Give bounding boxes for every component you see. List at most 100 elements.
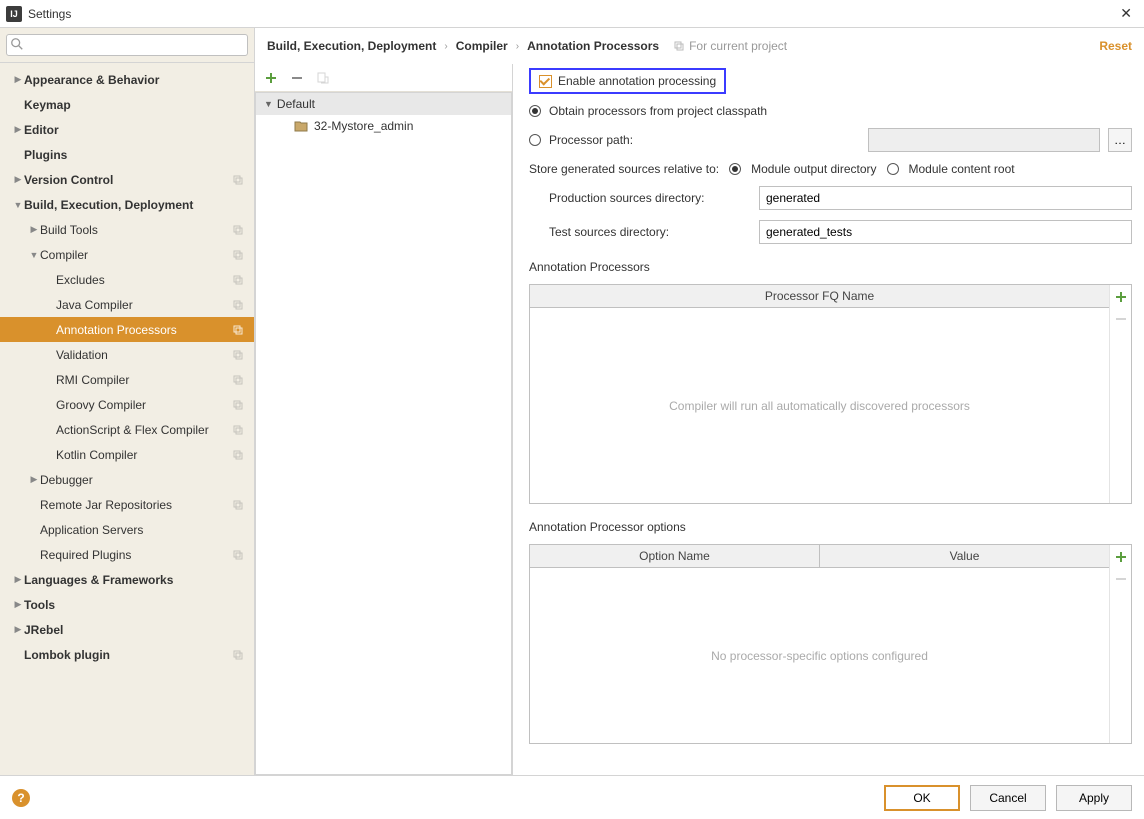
chevron-down-icon: ▼ (264, 99, 273, 109)
nav-app-servers[interactable]: Application Servers (0, 517, 254, 542)
nav-excludes[interactable]: Excludes (0, 267, 254, 292)
project-icon (232, 249, 244, 261)
dialog-footer: ? OK Cancel Apply (0, 775, 1144, 819)
enable-annotation-checkbox[interactable] (539, 75, 552, 88)
form-panel: Enable annotation processing Obtain proc… (517, 64, 1144, 775)
nav-bed[interactable]: ▼Build, Execution, Deployment (0, 192, 254, 217)
nav-kotlin[interactable]: Kotlin Compiler (0, 442, 254, 467)
processor-path-radio[interactable] (529, 134, 541, 146)
obtain-classpath-label: Obtain processors from project classpath (549, 104, 767, 118)
cancel-button[interactable]: Cancel (970, 785, 1046, 811)
add-profile-button[interactable] (263, 70, 279, 86)
nav-plugins[interactable]: Plugins (0, 142, 254, 167)
ok-button[interactable]: OK (884, 785, 960, 811)
module-root-label: Module content root (909, 162, 1015, 176)
search-input[interactable] (6, 34, 248, 56)
nav-tools[interactable]: ▶Tools (0, 592, 254, 617)
processor-path-label: Processor path: (549, 133, 633, 147)
for-current-project: For current project (673, 39, 787, 53)
window-title: Settings (28, 7, 1114, 21)
test-sources-input[interactable] (759, 220, 1132, 244)
project-icon (232, 374, 244, 386)
project-icon (232, 549, 244, 561)
app-icon: IJ (6, 6, 22, 22)
chevron-right-icon: › (444, 41, 447, 52)
nav-remote-jar[interactable]: Remote Jar Repositories (0, 492, 254, 517)
move-profile-button[interactable] (315, 70, 331, 86)
options-table: Option Name Value No processor-specific … (529, 544, 1132, 744)
remove-processor-button[interactable] (1113, 311, 1129, 327)
nav-lang[interactable]: ▶Languages & Frameworks (0, 567, 254, 592)
crumb-ap: Annotation Processors (527, 39, 659, 53)
nav-groovy[interactable]: Groovy Compiler (0, 392, 254, 417)
nav-editor[interactable]: ▶Editor (0, 117, 254, 142)
nav-req-plugins[interactable]: Required Plugins (0, 542, 254, 567)
breadcrumb: Build, Execution, Deployment › Compiler … (255, 28, 1144, 64)
obtain-classpath-radio[interactable] (529, 105, 541, 117)
crumb-bed[interactable]: Build, Execution, Deployment (267, 39, 436, 53)
module-output-radio[interactable] (729, 163, 741, 175)
project-icon (232, 224, 244, 236)
chevron-right-icon: › (516, 41, 519, 52)
option-value-header: Value (820, 545, 1109, 567)
test-sources-label: Test sources directory: (529, 225, 749, 239)
module-output-label: Module output directory (751, 162, 876, 176)
project-icon (232, 174, 244, 186)
project-icon (232, 449, 244, 461)
processor-path-input[interactable] (868, 128, 1100, 152)
project-icon (673, 40, 685, 52)
settings-tree[interactable]: ▶Appearance & Behavior Keymap ▶Editor Pl… (0, 63, 254, 775)
profile-module-label: 32-Mystore_admin (314, 119, 413, 133)
nav-lombok[interactable]: Lombok plugin (0, 642, 254, 667)
nav-jrebel[interactable]: ▶JRebel (0, 617, 254, 642)
apply-button[interactable]: Apply (1056, 785, 1132, 811)
nav-debugger[interactable]: ▶Debugger (0, 467, 254, 492)
enable-annotation-highlight: Enable annotation processing (529, 68, 726, 94)
profile-default-label: Default (277, 97, 315, 111)
add-processor-button[interactable] (1113, 289, 1129, 305)
project-icon (232, 324, 244, 336)
nav-validation[interactable]: Validation (0, 342, 254, 367)
reset-link[interactable]: Reset (1099, 39, 1132, 53)
nav-build-tools[interactable]: ▶Build Tools (0, 217, 254, 242)
project-icon (232, 349, 244, 361)
project-icon (232, 424, 244, 436)
option-name-header: Option Name (530, 545, 820, 567)
help-button[interactable]: ? (12, 789, 30, 807)
nav-compiler[interactable]: ▼Compiler (0, 242, 254, 267)
ap-section-label: Annotation Processors (529, 260, 1132, 274)
nav-appearance[interactable]: ▶Appearance & Behavior (0, 67, 254, 92)
prod-sources-label: Production sources directory: (529, 191, 749, 205)
prod-sources-input[interactable] (759, 186, 1132, 210)
titlebar: IJ Settings ✕ (0, 0, 1144, 28)
project-icon (232, 274, 244, 286)
crumb-compiler[interactable]: Compiler (456, 39, 508, 53)
project-icon (232, 399, 244, 411)
settings-sidebar: ▶Appearance & Behavior Keymap ▶Editor Pl… (0, 28, 255, 775)
search-icon (10, 37, 24, 51)
remove-profile-button[interactable] (289, 70, 305, 86)
fq-header: Processor FQ Name (530, 285, 1109, 307)
add-option-button[interactable] (1113, 549, 1129, 565)
processors-empty: Compiler will run all automatically disc… (530, 308, 1109, 503)
nav-rmi[interactable]: RMI Compiler (0, 367, 254, 392)
module-root-radio[interactable] (887, 163, 899, 175)
close-icon[interactable]: ✕ (1114, 3, 1138, 24)
profile-default[interactable]: ▼ Default (256, 93, 511, 115)
nav-vcs[interactable]: ▶Version Control (0, 167, 254, 192)
processors-table: Processor FQ Name Compiler will run all … (529, 284, 1132, 504)
nav-annotation-processors[interactable]: Annotation Processors (0, 317, 254, 342)
nav-java-compiler[interactable]: Java Compiler (0, 292, 254, 317)
options-empty: No processor-specific options configured (530, 568, 1109, 743)
remove-option-button[interactable] (1113, 571, 1129, 587)
nav-keymap[interactable]: Keymap (0, 92, 254, 117)
profile-module[interactable]: 32-Mystore_admin (256, 115, 511, 137)
processor-path-browse-button[interactable]: … (1108, 128, 1132, 152)
enable-annotation-label: Enable annotation processing (558, 74, 716, 88)
project-icon (232, 499, 244, 511)
store-label: Store generated sources relative to: (529, 162, 719, 176)
nav-asflex[interactable]: ActionScript & Flex Compiler (0, 417, 254, 442)
project-icon (232, 649, 244, 661)
profiles-panel: ▼ Default 32-Mystore_admin (255, 64, 513, 775)
project-icon (232, 299, 244, 311)
